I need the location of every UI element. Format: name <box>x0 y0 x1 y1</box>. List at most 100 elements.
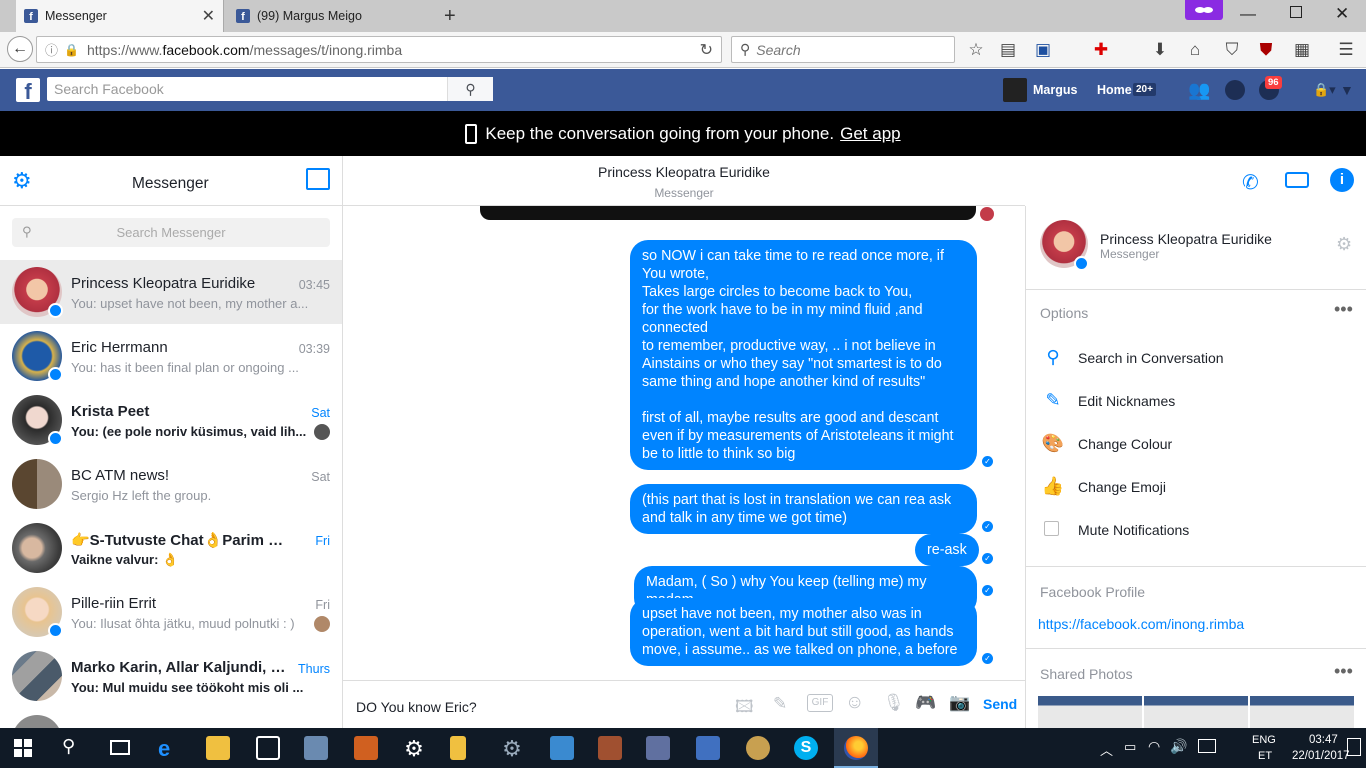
camera-icon[interactable]: 📷 <box>949 693 970 713</box>
emoji-icon[interactable]: ☺ <box>845 692 864 714</box>
new-tab-icon[interactable]: + <box>444 5 456 28</box>
microphone-icon[interactable]: 🎙 <box>883 693 905 713</box>
ublock-icon[interactable]: ⛊ <box>1256 40 1276 60</box>
download-icon[interactable]: ⬇ <box>1150 40 1170 60</box>
user-name-link[interactable]: Margus <box>1033 83 1077 97</box>
voice-call-icon[interactable]: ✆ <box>1242 170 1259 195</box>
gallery-icon[interactable]: 🖾 <box>735 694 754 723</box>
reload-icon[interactable]: ↻ <box>700 40 713 60</box>
settings-gear-icon[interactable]: ⚙ <box>402 736 426 761</box>
search-icon[interactable]: ⚲ <box>447 77 493 101</box>
tab-margus[interactable]: f (99) Margus Meigo <box>228 0 436 32</box>
more-options-icon[interactable]: ••• <box>1334 299 1353 320</box>
profile-link[interactable]: https://facebook.com/inong.rimba <box>1038 616 1244 632</box>
user-avatar[interactable] <box>1003 78 1027 102</box>
input-language-bottom[interactable]: ET <box>1258 750 1272 762</box>
message-bubble[interactable]: upset have not been, my mother also was … <box>630 598 977 666</box>
url-bar[interactable]: ⓘ 🔒 https://www. facebook.com/messages/t/… <box>36 36 722 63</box>
minimize-icon[interactable]: — <box>1240 6 1256 24</box>
edge-icon[interactable]: e <box>158 736 182 761</box>
tab-messenger[interactable]: f Messenger ✕ <box>16 0 224 32</box>
option-mute-notifications[interactable]: Mute Notifications <box>1078 522 1189 538</box>
facebook-search-input[interactable]: Search Facebook ⚲ <box>47 77 493 101</box>
conversation-item-partial[interactable] <box>0 708 342 728</box>
contact-name[interactable]: Princess Kleopatra Euridike <box>1100 231 1272 247</box>
clock-date[interactable]: 22/01/2017 <box>1292 750 1350 762</box>
option-edit-nicknames[interactable]: Edit Nicknames <box>1078 393 1175 409</box>
notification-center-icon[interactable] <box>1347 738 1361 756</box>
browser-search-box[interactable]: ⚲ Search <box>731 36 955 63</box>
clock-time[interactable]: 03:47 <box>1309 734 1338 746</box>
conversation-item[interactable]: Marko Karin, Allar Kaljundi, M... You: M… <box>0 644 342 708</box>
friend-requests-icon[interactable]: 👥 <box>1188 80 1210 101</box>
app-icon[interactable] <box>550 736 574 760</box>
chat-contact-name[interactable]: Princess Kleopatra Euridike <box>343 164 1025 180</box>
close-tab-icon[interactable]: ✕ <box>202 6 215 26</box>
game-controller-icon[interactable]: 🎮 <box>915 693 936 713</box>
option-search-in-conversation[interactable]: Search in Conversation <box>1078 350 1224 366</box>
send-button[interactable]: Send <box>983 696 1017 712</box>
skype-icon[interactable]: S <box>794 736 818 760</box>
restore-icon[interactable] <box>1290 6 1302 18</box>
file-explorer-icon[interactable] <box>206 736 230 760</box>
input-language-top[interactable]: ENG <box>1252 734 1276 746</box>
menu-icon[interactable]: ☰ <box>1336 40 1356 60</box>
store-icon[interactable] <box>256 736 280 760</box>
battery-icon[interactable]: ▭ <box>1124 739 1136 755</box>
message-bubble[interactable]: (this part that is lost in translation w… <box>630 484 977 534</box>
save-icon[interactable]: ▣ <box>1033 40 1053 60</box>
settings-gear-icon[interactable]: ⚙ <box>1336 234 1352 255</box>
settings-gear-icon[interactable]: ⚙ <box>500 736 524 761</box>
app-icon[interactable] <box>696 736 720 760</box>
wifi-icon[interactable]: ◠ <box>1148 738 1160 755</box>
app-icon[interactable] <box>354 736 378 760</box>
app-icon[interactable] <box>598 736 622 760</box>
app-icon[interactable] <box>304 736 328 760</box>
search-messenger-input[interactable]: ⚲ Search Messenger <box>12 218 330 247</box>
app-icon[interactable] <box>646 736 670 760</box>
search-icon[interactable]: ⚲ <box>62 736 75 757</box>
sticker-icon[interactable]: ✎ <box>773 694 787 714</box>
library-icon[interactable]: ▦ <box>1292 40 1312 60</box>
settings-gear-icon[interactable]: ⚙ <box>12 168 32 194</box>
keyboard-icon[interactable] <box>1198 739 1216 753</box>
messages-icon[interactable] <box>1225 80 1245 100</box>
home-link[interactable]: Home <box>1097 83 1132 97</box>
message-bubble[interactable]: re-ask <box>915 534 979 566</box>
conversation-item[interactable]: 👉S-Tutvuste Chat👌Parim Ülea... Vaikne va… <box>0 516 342 580</box>
show-hidden-icons-icon[interactable]: ︿ <box>1100 740 1113 759</box>
option-change-colour[interactable]: Change Colour <box>1078 436 1172 452</box>
facebook-logo-icon[interactable]: f <box>16 78 40 102</box>
conversation-item[interactable]: Pille-riin Errit You: Ilusat õhta jätku,… <box>0 580 342 644</box>
conversation-item[interactable]: Krista Peet You: (ee pole noriv küsimus,… <box>0 388 342 452</box>
first-aid-icon[interactable]: ✚ <box>1091 40 1111 60</box>
get-app-link[interactable]: Get app <box>840 124 901 144</box>
shared-screenshot-image[interactable] <box>480 206 976 220</box>
volume-icon[interactable]: 🔊 <box>1170 738 1187 755</box>
conversation-item[interactable]: Princess Kleopatra Euridike You: upset h… <box>0 260 342 324</box>
shared-photo-thumb[interactable] <box>1144 696 1248 728</box>
new-message-icon[interactable] <box>306 168 330 190</box>
info-icon[interactable]: ⓘ <box>45 40 58 59</box>
option-change-emoji[interactable]: Change Emoji <box>1078 479 1166 495</box>
conversation-item[interactable]: Eric Herrmann You: has it been final pla… <box>0 324 342 388</box>
privacy-shortcuts-icon[interactable]: 🔒▾ <box>1313 82 1336 98</box>
message-composer-input[interactable]: DO You know Eric? <box>356 699 477 715</box>
windows-start-icon[interactable] <box>14 739 32 762</box>
reading-list-icon[interactable]: ▤ <box>998 40 1018 60</box>
checkbox-icon[interactable] <box>1044 521 1059 536</box>
more-photos-icon[interactable]: ••• <box>1334 661 1353 682</box>
folder-icon[interactable] <box>450 736 466 760</box>
shared-photo-thumb[interactable] <box>1250 696 1354 728</box>
paint-icon[interactable] <box>746 736 770 760</box>
gif-icon[interactable]: GIF <box>807 694 833 712</box>
home-icon[interactable]: ⌂ <box>1185 40 1205 60</box>
info-icon[interactable]: i <box>1330 168 1354 192</box>
back-button[interactable]: ← <box>7 36 33 62</box>
account-menu-icon[interactable]: ▼ <box>1340 82 1354 98</box>
conversation-item[interactable]: BC ATM news! Sergio Hz left the group. S… <box>0 452 342 516</box>
close-window-icon[interactable]: ✕ <box>1335 4 1349 24</box>
task-view-icon[interactable] <box>110 740 130 755</box>
pocket-icon[interactable]: ⛉ <box>1222 40 1242 60</box>
bookmark-star-icon[interactable]: ☆ <box>966 40 986 60</box>
